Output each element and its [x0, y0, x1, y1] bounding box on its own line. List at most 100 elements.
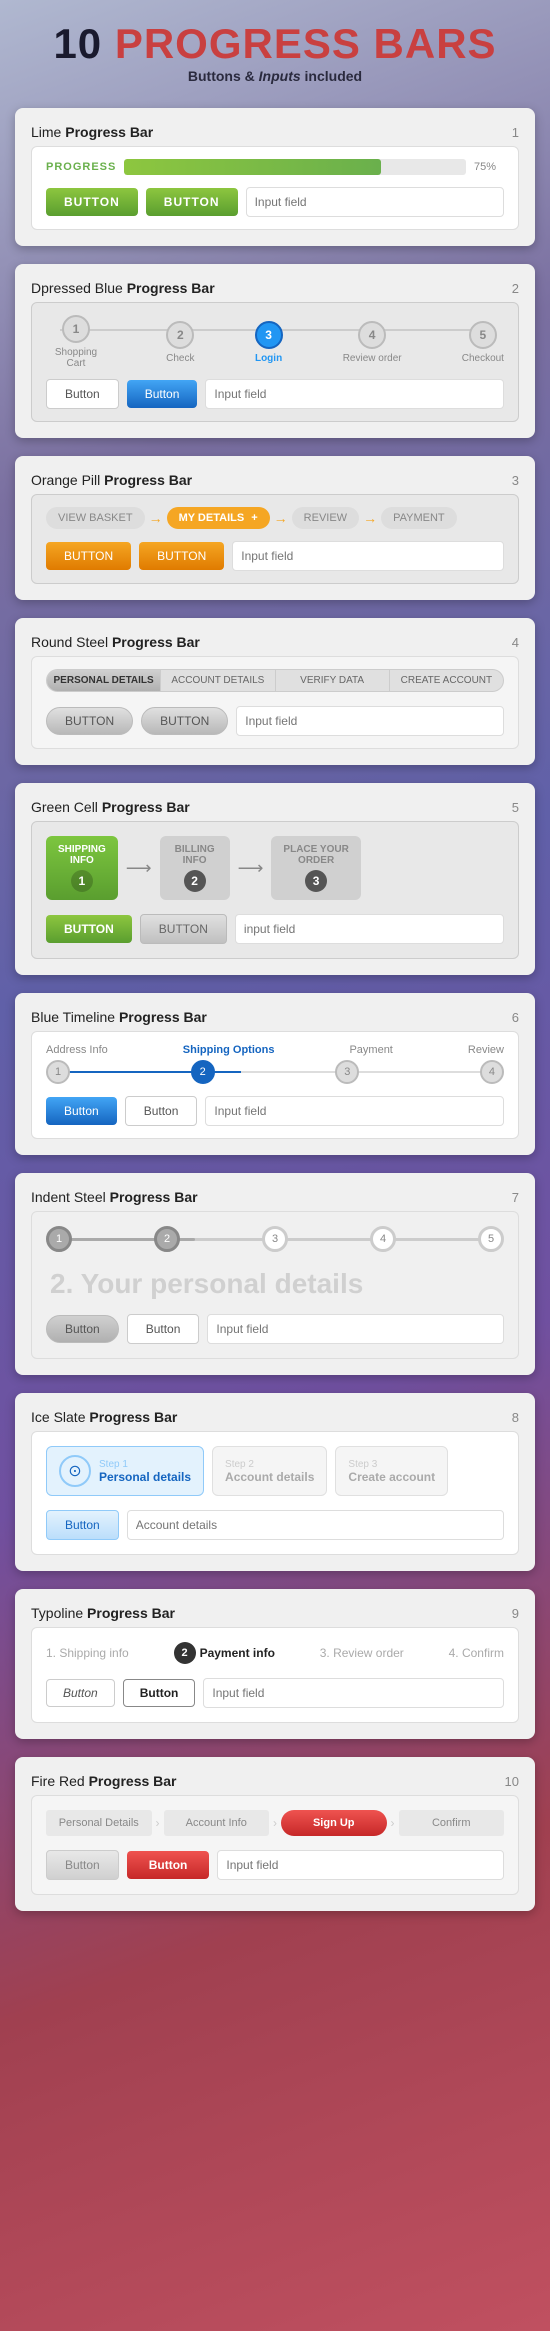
- card-inner-6: Address Info Shipping Options Payment Re…: [31, 1031, 519, 1139]
- input-4[interactable]: [236, 706, 504, 736]
- input-1[interactable]: [246, 187, 504, 217]
- card-title-5: Green Cell Progress Bar: [31, 799, 190, 815]
- input-3[interactable]: [232, 541, 504, 571]
- ice-text-3: Step 3 Create account: [348, 1459, 435, 1484]
- pill-step-1: VIEW BASKET: [46, 507, 145, 529]
- section-label-7: Indent Steel Progress Bar 7: [31, 1189, 519, 1205]
- button-5-primary[interactable]: BUTTON: [46, 915, 132, 943]
- input-6[interactable]: [205, 1096, 504, 1126]
- button-9-primary[interactable]: Button: [46, 1679, 115, 1707]
- tl-num-4: 4: [480, 1060, 504, 1084]
- button-row-7: Button Button: [46, 1314, 504, 1344]
- button-6-primary[interactable]: Button: [46, 1097, 117, 1125]
- step-circle-3: 3: [255, 321, 283, 349]
- step-1: 1 Shopping Cart: [46, 315, 106, 369]
- tl-step-3: Payment: [349, 1044, 392, 1056]
- tl-num-3: 3: [335, 1060, 359, 1084]
- button-2-secondary[interactable]: Button: [127, 380, 198, 408]
- typo-step-4: 4. Confirm: [449, 1646, 504, 1660]
- arrow-2: →: [274, 510, 288, 526]
- step-4: 4 Review order: [343, 321, 402, 364]
- card-title-2: Dpressed Blue Progress Bar: [31, 280, 215, 296]
- card-inner-10: Personal Details › Account Info › Sign U…: [31, 1795, 519, 1895]
- cell-step-3: PLACE YOURORDER 3: [271, 836, 360, 900]
- ice-step-num-3: Step 3: [348, 1459, 435, 1470]
- card-ice: Ice Slate Progress Bar 8 ⊙ Step 1 Person…: [15, 1393, 535, 1571]
- tl-label-2: Shipping Options: [183, 1044, 275, 1056]
- input-9[interactable]: [203, 1678, 504, 1708]
- progress-label: PROGRESS: [46, 161, 116, 173]
- card-indent: Indent Steel Progress Bar 7 1 2 3 4 5 2.…: [15, 1173, 535, 1375]
- fire-arrow-2: ›: [273, 1816, 277, 1830]
- button-6-secondary[interactable]: Button: [125, 1096, 198, 1126]
- input-5[interactable]: [235, 914, 504, 944]
- cell-arrow-2: ⟶: [238, 858, 264, 879]
- input-10[interactable]: [217, 1850, 504, 1880]
- section-label-6: Blue Timeline Progress Bar 6: [31, 1009, 519, 1025]
- button-1-primary[interactable]: BUTTON: [46, 188, 138, 216]
- typo-step-1: 1. Shipping info: [46, 1646, 129, 1660]
- button-5-secondary[interactable]: BUTTON: [140, 914, 227, 944]
- card-title-10: Fire Red Progress Bar: [31, 1773, 177, 1789]
- input-2[interactable]: [205, 379, 504, 409]
- tl-labels-row: Address Info Shipping Options Payment Re…: [46, 1044, 504, 1056]
- indent-circle-5: 5: [478, 1226, 504, 1252]
- step-circle-4: 4: [358, 321, 386, 349]
- input-7[interactable]: [207, 1314, 504, 1344]
- indent-circle-2: 2: [154, 1226, 180, 1252]
- button-1-secondary[interactable]: BUTTON: [146, 188, 238, 216]
- button-row-10: Button Button: [46, 1850, 504, 1880]
- input-8[interactable]: [127, 1510, 504, 1540]
- button-10-primary[interactable]: Button: [46, 1850, 119, 1880]
- button-7-primary[interactable]: Button: [46, 1315, 119, 1343]
- button-9-secondary[interactable]: Button: [123, 1679, 196, 1707]
- button-3-primary[interactable]: BUTTON: [46, 542, 131, 570]
- fire-arrow-1: ›: [156, 1816, 160, 1830]
- ice-step-name-3: Create account: [348, 1470, 435, 1484]
- card-inner-7: 1 2 3 4 5 2. Your personal details Butto…: [31, 1211, 519, 1359]
- card-number-5: 5: [512, 800, 519, 815]
- step-circle-2: 2: [166, 321, 194, 349]
- ice-step-name-1: Personal details: [99, 1470, 191, 1484]
- card-typoline: Typoline Progress Bar 9 1. Shipping info…: [15, 1589, 535, 1739]
- steel-step-4: CREATE ACCOUNT: [390, 670, 503, 691]
- cell-step-2: BILLINGINFO 2: [160, 836, 230, 900]
- fire-step-1: Personal Details: [46, 1810, 152, 1836]
- typo-circle-2: 2: [174, 1642, 196, 1664]
- page-title: 10 PROGRESS BARS: [15, 20, 535, 68]
- button-7-secondary[interactable]: Button: [127, 1314, 200, 1344]
- button-10-secondary[interactable]: Button: [127, 1851, 210, 1879]
- step-circle-5: 5: [469, 321, 497, 349]
- button-4-primary[interactable]: BUTTON: [46, 707, 133, 735]
- card-inner-2: 1 Shopping Cart 2 Check 3 Login 4 Review…: [31, 302, 519, 422]
- indent-steps: 1 2 3 4 5: [46, 1226, 504, 1252]
- card-inner-9: 1. Shipping info 2 Payment info 3. Revie…: [31, 1627, 519, 1723]
- pill-step-2: MY DETAILS +: [167, 507, 270, 529]
- button-4-secondary[interactable]: BUTTON: [141, 707, 228, 735]
- tl-num-1: 1: [46, 1060, 70, 1084]
- typo-label-1: 1. Shipping info: [46, 1646, 129, 1660]
- title-bold: Progress Bar: [65, 124, 153, 140]
- button-2-primary[interactable]: Button: [46, 379, 119, 409]
- button-3-secondary[interactable]: BUTTON: [139, 542, 224, 570]
- title-plain: 10: [53, 20, 114, 67]
- indent-steps-container: 1 2 3 4 5: [46, 1226, 504, 1252]
- indent-circle-1: 1: [46, 1226, 72, 1252]
- section-label-8: Ice Slate Progress Bar 8: [31, 1409, 519, 1425]
- pill-steps: VIEW BASKET → MY DETAILS + → REVIEW → PA…: [46, 507, 504, 529]
- cell-num-3: 3: [305, 870, 327, 892]
- button-row-4: BUTTON BUTTON: [46, 706, 504, 736]
- progress-bar-row: PROGRESS 75%: [46, 159, 504, 175]
- card-number-1: 1: [512, 125, 519, 140]
- card-inner-4: PERSONAL DETAILS ACCOUNT DETAILS VERIFY …: [31, 656, 519, 749]
- button-row-9: Button Button: [46, 1678, 504, 1708]
- cell-arrow-1: ⟶: [126, 858, 152, 879]
- card-inner-1: PROGRESS 75% BUTTON BUTTON: [31, 146, 519, 230]
- tl-label-3: Payment: [349, 1044, 392, 1056]
- button-row-3: BUTTON BUTTON: [46, 541, 504, 571]
- arrow-3: →: [363, 510, 377, 526]
- steps-row: 1 Shopping Cart 2 Check 3 Login 4 Review…: [46, 315, 504, 369]
- card-number-7: 7: [512, 1190, 519, 1205]
- button-8-primary[interactable]: Button: [46, 1510, 119, 1540]
- pill-step-3: REVIEW: [292, 507, 359, 529]
